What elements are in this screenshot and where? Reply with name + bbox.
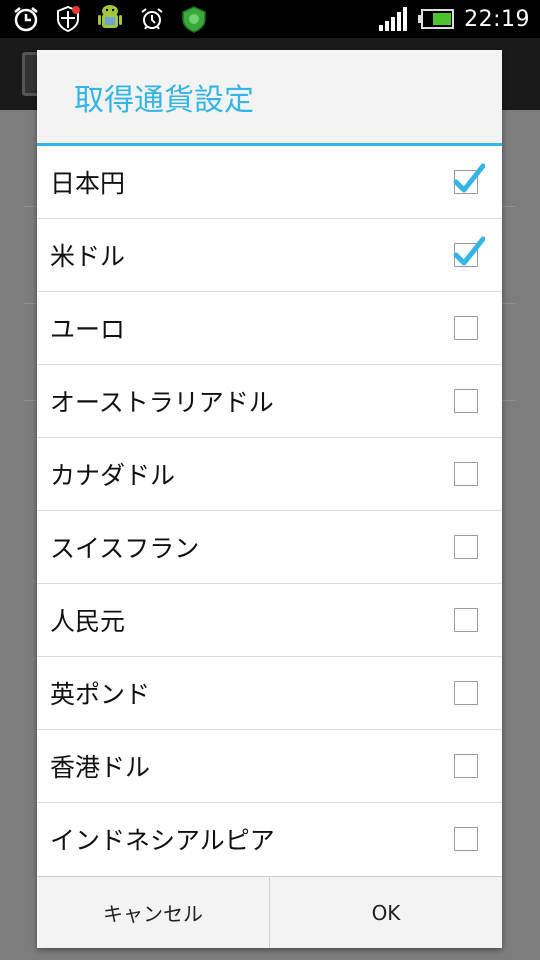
- battery-icon: [418, 5, 455, 33]
- cancel-button[interactable]: キャンセル: [37, 877, 269, 948]
- checkbox[interactable]: [454, 608, 478, 632]
- list-item-label: 米ドル: [50, 242, 126, 271]
- list-item-label: 日本円: [50, 169, 126, 198]
- checkbox[interactable]: [454, 827, 478, 851]
- checkmark-icon: [453, 236, 485, 266]
- alarm-icon: [138, 5, 166, 33]
- checkbox[interactable]: [454, 316, 478, 340]
- list-item[interactable]: 人民元: [37, 584, 502, 657]
- clock: 22:19: [464, 6, 530, 32]
- dialog-button-bar: キャンセル OK: [37, 876, 502, 948]
- list-item[interactable]: 香港ドル: [37, 730, 502, 803]
- list-item-label: インドネシアルピア: [50, 826, 275, 855]
- android-icon: [96, 5, 124, 33]
- checkbox[interactable]: [453, 163, 485, 194]
- dialog-title-bar: 取得通貨設定: [37, 50, 502, 146]
- checkbox[interactable]: [453, 236, 485, 267]
- alarm-clock-icon: [12, 5, 40, 33]
- list-item[interactable]: カナダドル: [37, 438, 502, 511]
- list-item[interactable]: スイスフラン: [37, 511, 502, 584]
- list-item-label: カナダドル: [50, 461, 176, 490]
- list-item-label: 英ポンド: [50, 680, 151, 709]
- notification-icons: [12, 5, 208, 33]
- list-item[interactable]: オーストラリアドル: [37, 365, 502, 438]
- checkmark-icon: [453, 163, 485, 193]
- list-item-label: 人民元: [50, 607, 126, 636]
- list-item[interactable]: インドネシアルピア: [37, 803, 502, 873]
- security-app-icon: [180, 5, 208, 33]
- status-bar: 22:19: [0, 0, 540, 38]
- list-item[interactable]: 英ポンド: [37, 657, 502, 730]
- ok-button[interactable]: OK: [269, 877, 502, 948]
- checkbox[interactable]: [454, 535, 478, 559]
- list-item-label: オーストラリアドル: [50, 388, 274, 417]
- checkbox[interactable]: [454, 754, 478, 778]
- signal-icon: [378, 5, 408, 33]
- list-item-label: スイスフラン: [50, 534, 200, 563]
- checkbox[interactable]: [454, 681, 478, 705]
- list-item[interactable]: ユーロ: [37, 292, 502, 365]
- currency-settings-dialog: 取得通貨設定 日本円米ドルユーロオーストラリアドル カナダドルスイスフラン 人民元英…: [37, 50, 502, 948]
- list-item[interactable]: 米ドル: [37, 219, 502, 292]
- shield-icon: [54, 5, 82, 33]
- checkbox[interactable]: [454, 462, 478, 486]
- dialog-title: 取得通貨設定: [74, 82, 254, 118]
- list-item[interactable]: 日本円: [37, 146, 502, 219]
- list-item-label: ユーロ: [50, 315, 126, 344]
- list-item-label: 香港ドル: [50, 753, 151, 782]
- checkbox[interactable]: [454, 389, 478, 413]
- currency-list[interactable]: 日本円米ドルユーロオーストラリアドル カナダドルスイスフラン 人民元英ポンド香港ドル…: [37, 146, 502, 873]
